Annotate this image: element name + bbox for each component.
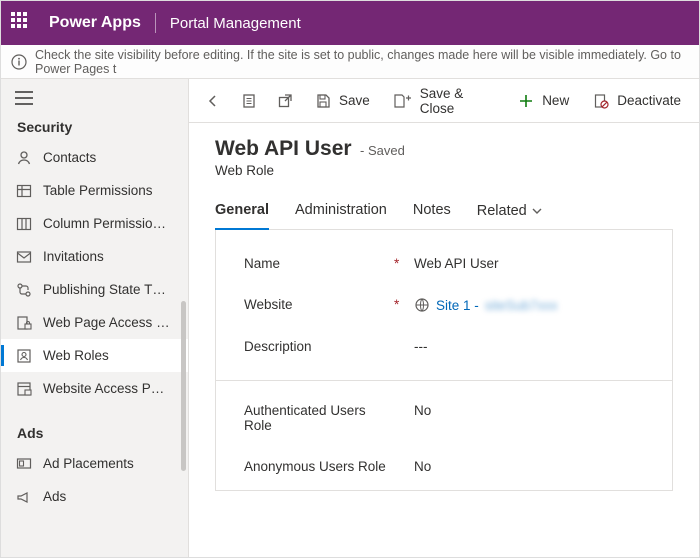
- sidebar-scrollbar[interactable]: [181, 301, 186, 471]
- field-value: ---: [414, 339, 428, 354]
- field-value: Web API User: [414, 256, 499, 271]
- sidebar-item-label: Website Access P…: [43, 381, 164, 396]
- field-label: Authenticated Users Role: [244, 403, 394, 433]
- tab-related[interactable]: Related: [477, 196, 543, 229]
- left-nav: Security Contacts Table Permissions Colu…: [1, 79, 189, 557]
- field-label: Anonymous Users Role: [244, 459, 394, 474]
- entity-name: Web Role: [215, 163, 673, 178]
- sidebar-item-invitations[interactable]: Invitations: [1, 240, 188, 273]
- app-launcher-icon[interactable]: [11, 12, 33, 34]
- table-icon: [15, 183, 33, 199]
- sidebar-item-label: Web Page Access …: [43, 315, 170, 330]
- back-arrow-icon: [205, 93, 221, 109]
- nav-group-ads: Ads: [1, 419, 188, 447]
- global-header: Power Apps Portal Management: [1, 1, 699, 45]
- save-close-icon: [394, 93, 412, 109]
- save-button[interactable]: Save: [303, 79, 382, 123]
- field-label: Name: [244, 256, 394, 271]
- form-icon: [241, 93, 257, 109]
- sidebar-item-label: Invitations: [43, 249, 104, 264]
- field-website[interactable]: Website * Site 1 - siteSub7xxx: [244, 297, 644, 313]
- sidebar-item-ads[interactable]: Ads: [1, 480, 188, 513]
- warning-text: Check the site visibility before editing…: [35, 48, 689, 76]
- person-icon: [15, 150, 33, 166]
- columns-icon: [15, 216, 33, 232]
- sidebar-item-web-roles[interactable]: Web Roles: [1, 339, 188, 372]
- deactivate-button[interactable]: Deactivate: [581, 79, 693, 123]
- popout-icon: [277, 93, 293, 109]
- sidebar-item-label: Ad Placements: [43, 456, 134, 471]
- deactivate-icon: [593, 93, 609, 109]
- sidebar-item-publishing-state[interactable]: Publishing State T…: [1, 273, 188, 306]
- globe-icon: [414, 297, 430, 313]
- sidebar-item-label: Contacts: [43, 150, 96, 165]
- divider: [155, 13, 156, 33]
- field-authenticated-users-role[interactable]: Authenticated Users Role No: [244, 403, 644, 433]
- form-selector-button[interactable]: [231, 79, 267, 123]
- back-button[interactable]: [195, 79, 231, 123]
- open-new-window-button[interactable]: [267, 79, 303, 123]
- section-divider: [216, 380, 672, 381]
- required-indicator: *: [394, 256, 414, 271]
- field-anonymous-users-role[interactable]: Anonymous Users Role No: [244, 459, 644, 474]
- deactivate-label: Deactivate: [617, 93, 681, 108]
- tab-related-label: Related: [477, 203, 527, 219]
- nav-group-security: Security: [1, 113, 188, 141]
- form-tabs: General Administration Notes Related: [215, 196, 673, 230]
- sidebar-item-table-permissions[interactable]: Table Permissions: [1, 174, 188, 207]
- placement-icon: [15, 456, 33, 472]
- save-close-button[interactable]: Save & Close: [382, 79, 506, 123]
- hamburger-icon[interactable]: [1, 85, 188, 113]
- sidebar-item-label: Column Permissio…: [43, 216, 166, 231]
- record-header: Web API User - Saved Web Role: [215, 137, 673, 178]
- new-button[interactable]: New: [506, 79, 581, 123]
- new-label: New: [542, 93, 569, 108]
- command-bar: Save Save & Close New Deactivate: [189, 79, 699, 123]
- megaphone-icon: [15, 489, 33, 505]
- form-content: Web API User - Saved Web Role General Ad…: [189, 123, 699, 491]
- chevron-down-icon: [531, 205, 543, 217]
- tab-general[interactable]: General: [215, 196, 269, 230]
- general-section: Name * Web API User Website * Site 1 - s…: [215, 230, 673, 491]
- sidebar-item-contacts[interactable]: Contacts: [1, 141, 188, 174]
- flow-icon: [15, 282, 33, 298]
- page-lock-icon: [15, 315, 33, 331]
- website-link-redacted: siteSub7xxx: [485, 298, 558, 313]
- required-indicator: *: [394, 297, 414, 312]
- brand-label: Power Apps: [49, 14, 141, 32]
- field-description[interactable]: Description ---: [244, 339, 644, 354]
- save-status: - Saved: [360, 143, 405, 158]
- tab-notes[interactable]: Notes: [413, 196, 451, 229]
- field-label: Description: [244, 339, 394, 354]
- site-access-icon: [15, 381, 33, 397]
- tab-administration[interactable]: Administration: [295, 196, 387, 229]
- sidebar-item-label: Publishing State T…: [43, 282, 166, 297]
- app-name: Portal Management: [170, 15, 301, 32]
- field-name[interactable]: Name * Web API User: [244, 256, 644, 271]
- info-icon: [11, 54, 27, 70]
- sidebar-item-web-page-access[interactable]: Web Page Access …: [1, 306, 188, 339]
- envelope-icon: [15, 249, 33, 265]
- record-title: Web API User: [215, 137, 352, 160]
- role-icon: [15, 348, 33, 364]
- website-link[interactable]: Site 1 -: [436, 298, 479, 313]
- plus-icon: [518, 93, 534, 109]
- field-value: No: [414, 403, 431, 418]
- site-visibility-warning: Check the site visibility before editing…: [1, 45, 699, 79]
- field-value: No: [414, 459, 431, 474]
- save-icon: [315, 93, 331, 109]
- field-label: Website: [244, 297, 394, 312]
- sidebar-item-label: Table Permissions: [43, 183, 153, 198]
- sidebar-item-ad-placements[interactable]: Ad Placements: [1, 447, 188, 480]
- main-area: Save Save & Close New Deactivate Web API…: [189, 79, 699, 557]
- sidebar-item-website-access[interactable]: Website Access P…: [1, 372, 188, 405]
- sidebar-item-label: Ads: [43, 489, 66, 504]
- save-close-label: Save & Close: [420, 86, 494, 116]
- save-label: Save: [339, 93, 370, 108]
- sidebar-item-column-permissions[interactable]: Column Permissio…: [1, 207, 188, 240]
- sidebar-item-label: Web Roles: [43, 348, 109, 363]
